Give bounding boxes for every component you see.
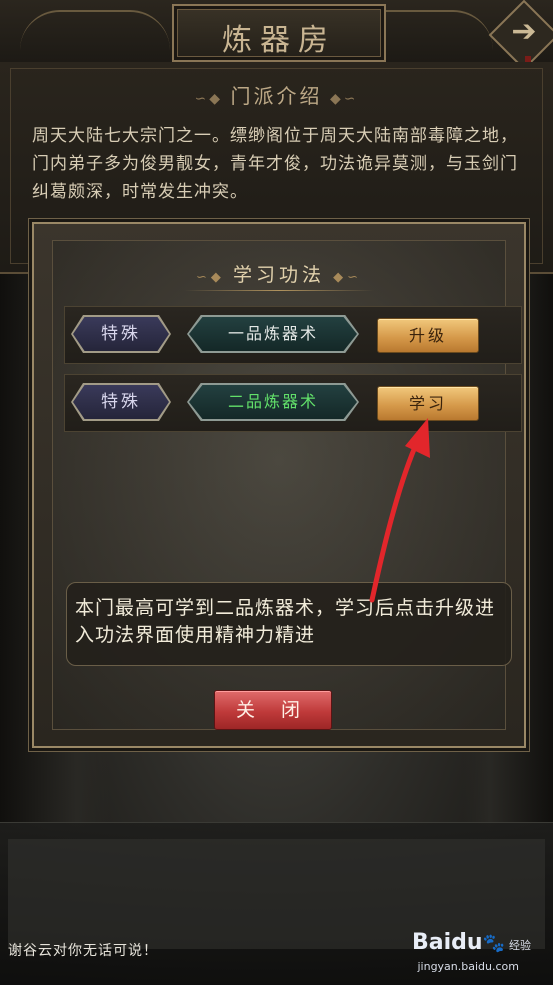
scroll-ornament-icon: ∽◆ [194,91,231,107]
skill-name-plate: 一品炼器术 [187,315,359,353]
hint-box: 本门最高可学到二品炼器术，学习后点击升级进入功法界面使用精神力精进 [66,582,512,666]
skill-name: 一品炼器术 [189,317,357,351]
intro-heading: ∽◆ 门派介绍 ◆∽ [0,80,553,109]
skill-type-label: 特殊 [73,385,169,419]
paw-icon: 🐾 [482,933,505,954]
watermark-url: jingyan.baidu.com [417,960,519,973]
learn-skill-dialog: ∽◆ 学习功法 ◆∽ 特殊 一品炼器术 升级 特殊 二品炼器术 学习 本门最高可… [32,222,526,748]
arrow-right-icon: ➔ [511,14,537,50]
scroll-ornament-icon: ◆∽ [322,91,359,107]
skill-name: 二品炼器术 [189,385,357,419]
title-divider [184,290,374,291]
baidu-watermark: Baidu🐾 经验 [412,930,531,955]
skill-type-tag: 特殊 [71,315,171,353]
next-button[interactable]: ➔ [488,0,553,71]
chat-message: 谢谷云对你无话可说！ [8,943,158,959]
watermark-brand: Baidu [412,930,483,955]
upgrade-button[interactable]: 升级 [377,318,479,353]
intro-heading-text: 门派介绍 [230,84,323,108]
skill-row: 特殊 一品炼器术 升级 [64,306,522,364]
close-button[interactable]: 关 闭 [214,690,332,730]
skill-row: 特殊 二品炼器术 学习 [64,374,522,432]
intro-description: 周天大陆七大宗门之一。缥缈阁位于周天大陆南部毒障之地，门内弟子多为俊男靓女，青年… [32,126,518,202]
skill-type-tag: 特殊 [71,383,171,421]
dialog-title-text: 学习功法 [232,264,325,286]
skill-name-plate: 二品炼器术 [187,383,359,421]
watermark-sub: 经验 [509,939,531,952]
title-plate: 炼器房 [172,4,386,62]
hint-text: 本门最高可学到二品炼器术，学习后点击升级进入功法界面使用精神力精进 [75,597,496,646]
dialog-title: ∽◆ 学习功法 ◆∽ [34,260,524,287]
ornament-left [20,10,170,52]
scroll-ornament-icon: ◆∽ [325,270,363,285]
page-title: 炼器房 [222,23,336,58]
learn-button[interactable]: 学习 [377,386,479,421]
top-banner: 炼器房 ➔ [0,0,553,78]
scroll-ornament-icon: ∽◆ [195,270,233,285]
skill-type-label: 特殊 [73,317,169,351]
